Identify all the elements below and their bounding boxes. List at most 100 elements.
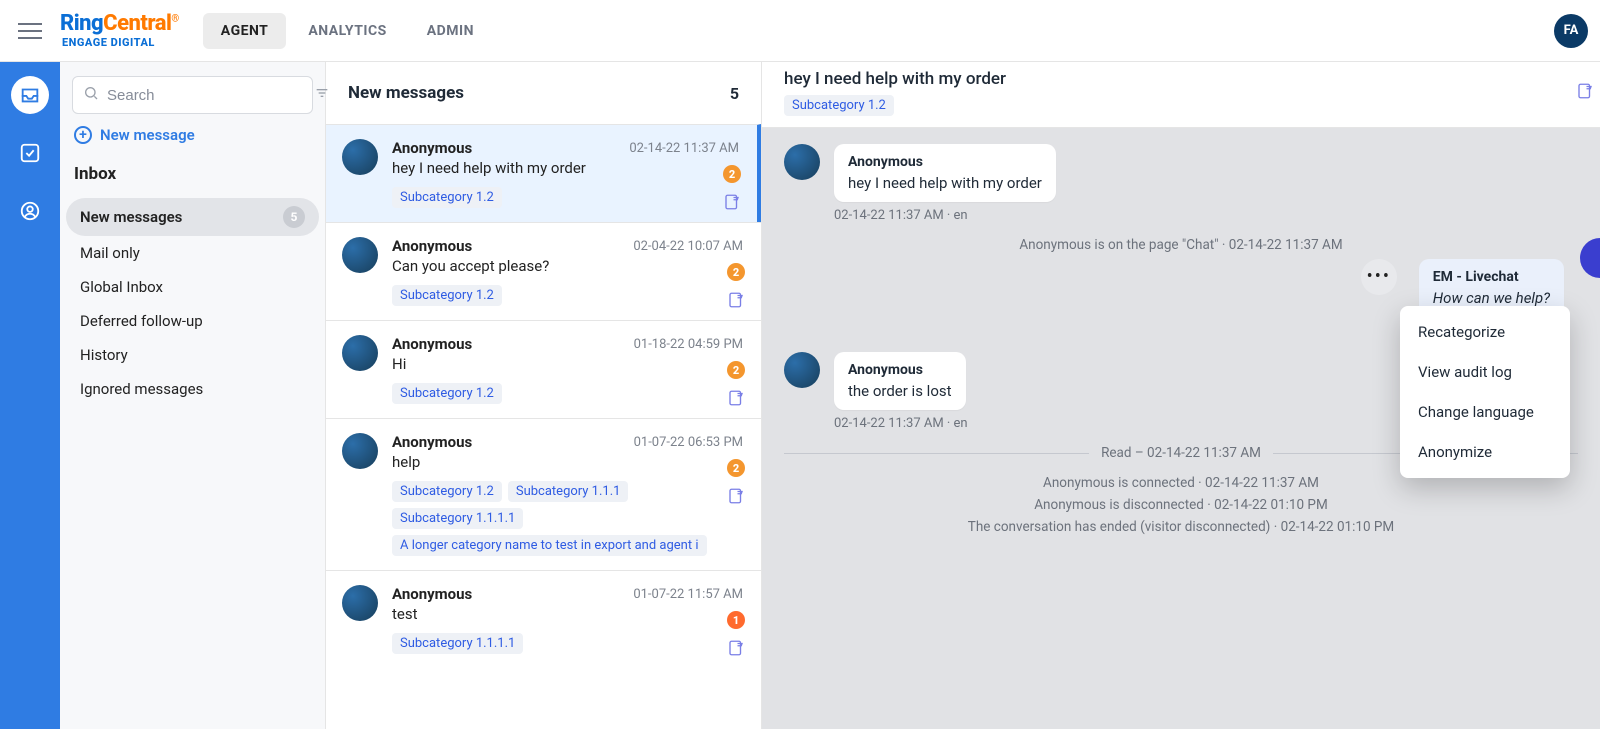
channel-icon bbox=[727, 389, 745, 411]
folder-item[interactable]: New messages 5 bbox=[66, 198, 319, 236]
thread-timestamp: 01-18-22 04:59 PM bbox=[634, 337, 743, 352]
folder-item[interactable]: Global Inbox bbox=[66, 270, 319, 304]
thread-timestamp: 02-04-22 10:07 AM bbox=[633, 239, 743, 254]
menu-item[interactable]: Change language bbox=[1400, 392, 1570, 432]
message-author: Anonymous bbox=[848, 154, 1042, 170]
thread-item[interactable]: Anonymous01-07-22 06:53 PMhelpSubcategor… bbox=[326, 418, 761, 570]
priority-badge: 2 bbox=[727, 263, 745, 281]
context-menu[interactable]: RecategorizeView audit logChange languag… bbox=[1400, 306, 1570, 478]
folder-label: Global Inbox bbox=[80, 278, 163, 296]
thread-tag[interactable]: Subcategory 1.2 bbox=[392, 481, 502, 502]
sidebar: + New message Inbox New messages5Mail on… bbox=[60, 62, 326, 729]
message-text: hey I need help with my order bbox=[848, 174, 1042, 192]
thread-tag[interactable]: Subcategory 1.1.1.1 bbox=[392, 508, 523, 529]
thread-tag[interactable]: A longer category name to test in export… bbox=[392, 535, 707, 556]
folder-label: Mail only bbox=[80, 244, 140, 262]
topbar: RingCentral® ENGAGE DIGITAL AGENT ANALYT… bbox=[0, 0, 1600, 62]
tab-admin[interactable]: ADMIN bbox=[409, 13, 492, 49]
avatar bbox=[784, 144, 820, 180]
channel-icon bbox=[727, 487, 745, 509]
channel-icon bbox=[727, 291, 745, 313]
message-bubble[interactable]: Anonymous the order is lost bbox=[834, 352, 966, 410]
system-message: Anonymous is on the page "Chat" · 02-14-… bbox=[784, 237, 1578, 253]
folder-item[interactable]: History bbox=[66, 338, 319, 372]
thread-timestamp: 01-07-22 11:57 AM bbox=[633, 587, 743, 602]
system-message: Anonymous is disconnected · 02-14-22 01:… bbox=[784, 497, 1578, 513]
priority-badge: 1 bbox=[727, 611, 745, 629]
thread-name: Anonymous bbox=[392, 139, 472, 157]
channel-icon[interactable] bbox=[1576, 82, 1594, 104]
system-message: The conversation has ended (visitor disc… bbox=[784, 519, 1578, 535]
left-rail bbox=[0, 62, 60, 729]
folder-list: New messages 5 Mail only Global Inbox Deferr… bbox=[60, 198, 325, 406]
thread-preview: test bbox=[392, 605, 743, 623]
nav-tabs: AGENT ANALYTICS ADMIN bbox=[203, 13, 492, 49]
conversation-header: hey I need help with my order Subcategor… bbox=[762, 62, 1600, 128]
folder-label: Deferred follow-up bbox=[80, 312, 203, 330]
thread-item[interactable]: Anonymous01-07-22 11:57 AMtestSubcategor… bbox=[326, 570, 761, 668]
thread-name: Anonymous bbox=[392, 237, 472, 255]
avatar bbox=[342, 585, 378, 621]
search-icon bbox=[83, 85, 99, 105]
priority-badge: 2 bbox=[727, 361, 745, 379]
folder-item[interactable]: Mail only bbox=[66, 236, 319, 270]
new-message-label: New message bbox=[100, 126, 195, 144]
plus-icon: + bbox=[74, 126, 92, 144]
message-text: the order is lost bbox=[848, 382, 952, 400]
thread-list-title: New messages bbox=[348, 83, 464, 103]
avatar bbox=[342, 335, 378, 371]
rail-inbox-icon[interactable] bbox=[11, 76, 49, 114]
thread-name: Anonymous bbox=[392, 335, 472, 353]
tab-analytics[interactable]: ANALYTICS bbox=[290, 13, 404, 49]
search-input[interactable] bbox=[107, 87, 306, 104]
thread-tag[interactable]: Subcategory 1.2 bbox=[392, 285, 502, 306]
thread-tag[interactable]: Subcategory 1.2 bbox=[392, 187, 502, 208]
rail-people-icon[interactable] bbox=[11, 192, 49, 230]
avatar bbox=[342, 433, 378, 469]
new-message-button[interactable]: + New message bbox=[60, 124, 325, 160]
folder-label: History bbox=[80, 346, 128, 364]
menu-item[interactable]: View audit log bbox=[1400, 352, 1570, 392]
folder-count: 5 bbox=[283, 206, 305, 228]
thread-list-column: New messages 5 Anonymous 02-14-22 11:37 A… bbox=[326, 62, 762, 729]
avatar bbox=[342, 139, 378, 175]
brand-logo: RingCentral® ENGAGE DIGITAL bbox=[60, 13, 179, 48]
thread-list-header: New messages 5 bbox=[326, 62, 761, 124]
thread-preview: help bbox=[392, 453, 743, 471]
folder-label: New messages bbox=[80, 208, 182, 226]
thread-item[interactable]: Anonymous 02-04-22 10:07 AM Can you accept… bbox=[326, 222, 761, 320]
folder-item[interactable]: Deferred follow-up bbox=[66, 304, 319, 338]
avatar bbox=[784, 352, 820, 388]
thread-preview: hey I need help with my order bbox=[392, 159, 739, 177]
thread-preview: Can you accept please? bbox=[392, 257, 743, 275]
conversation-title: hey I need help with my order bbox=[784, 69, 1578, 89]
user-avatar[interactable]: FA bbox=[1554, 14, 1588, 48]
channel-icon bbox=[723, 193, 741, 215]
thread-list-count: 5 bbox=[730, 84, 739, 103]
conversation-tag[interactable]: Subcategory 1.2 bbox=[784, 95, 894, 116]
thread-preview: Hi bbox=[392, 355, 743, 373]
menu-item[interactable]: Recategorize bbox=[1400, 312, 1570, 352]
channel-icon bbox=[727, 639, 745, 661]
thread-tag[interactable]: Subcategory 1.1.1 bbox=[508, 481, 629, 502]
thread-item[interactable]: Anonymous 01-18-22 04:59 PM Hi Subcategory … bbox=[326, 320, 761, 418]
message-bubble[interactable]: Anonymous hey I need help with my order bbox=[834, 144, 1056, 202]
message-actions-button[interactable]: ••• bbox=[1361, 259, 1397, 295]
thread-timestamp: 02-14-22 11:37 AM bbox=[629, 141, 739, 156]
thread-timestamp: 01-07-22 06:53 PM bbox=[634, 435, 743, 450]
folder-item[interactable]: Ignored messages bbox=[66, 372, 319, 406]
message-row: Anonymous hey I need help with my order bbox=[784, 144, 1578, 202]
message-author: Anonymous bbox=[848, 362, 952, 378]
thread-tag[interactable]: Subcategory 1.2 bbox=[392, 383, 502, 404]
thread-tag[interactable]: Subcategory 1.1.1.1 bbox=[392, 633, 523, 654]
thread-item[interactable]: Anonymous 02-14-22 11:37 AM hey I need hel… bbox=[326, 124, 761, 222]
message-text: How can we help? bbox=[1433, 289, 1550, 307]
rail-check-icon[interactable] bbox=[11, 134, 49, 172]
menu-item[interactable]: Anonymize bbox=[1400, 432, 1570, 472]
tab-agent[interactable]: AGENT bbox=[203, 13, 287, 49]
priority-badge: 2 bbox=[723, 165, 741, 183]
priority-badge: 2 bbox=[727, 459, 745, 477]
thread-list[interactable]: Anonymous 02-14-22 11:37 AM hey I need hel… bbox=[326, 124, 761, 729]
hamburger-icon[interactable] bbox=[18, 23, 42, 39]
search-input-wrap[interactable] bbox=[72, 76, 313, 114]
